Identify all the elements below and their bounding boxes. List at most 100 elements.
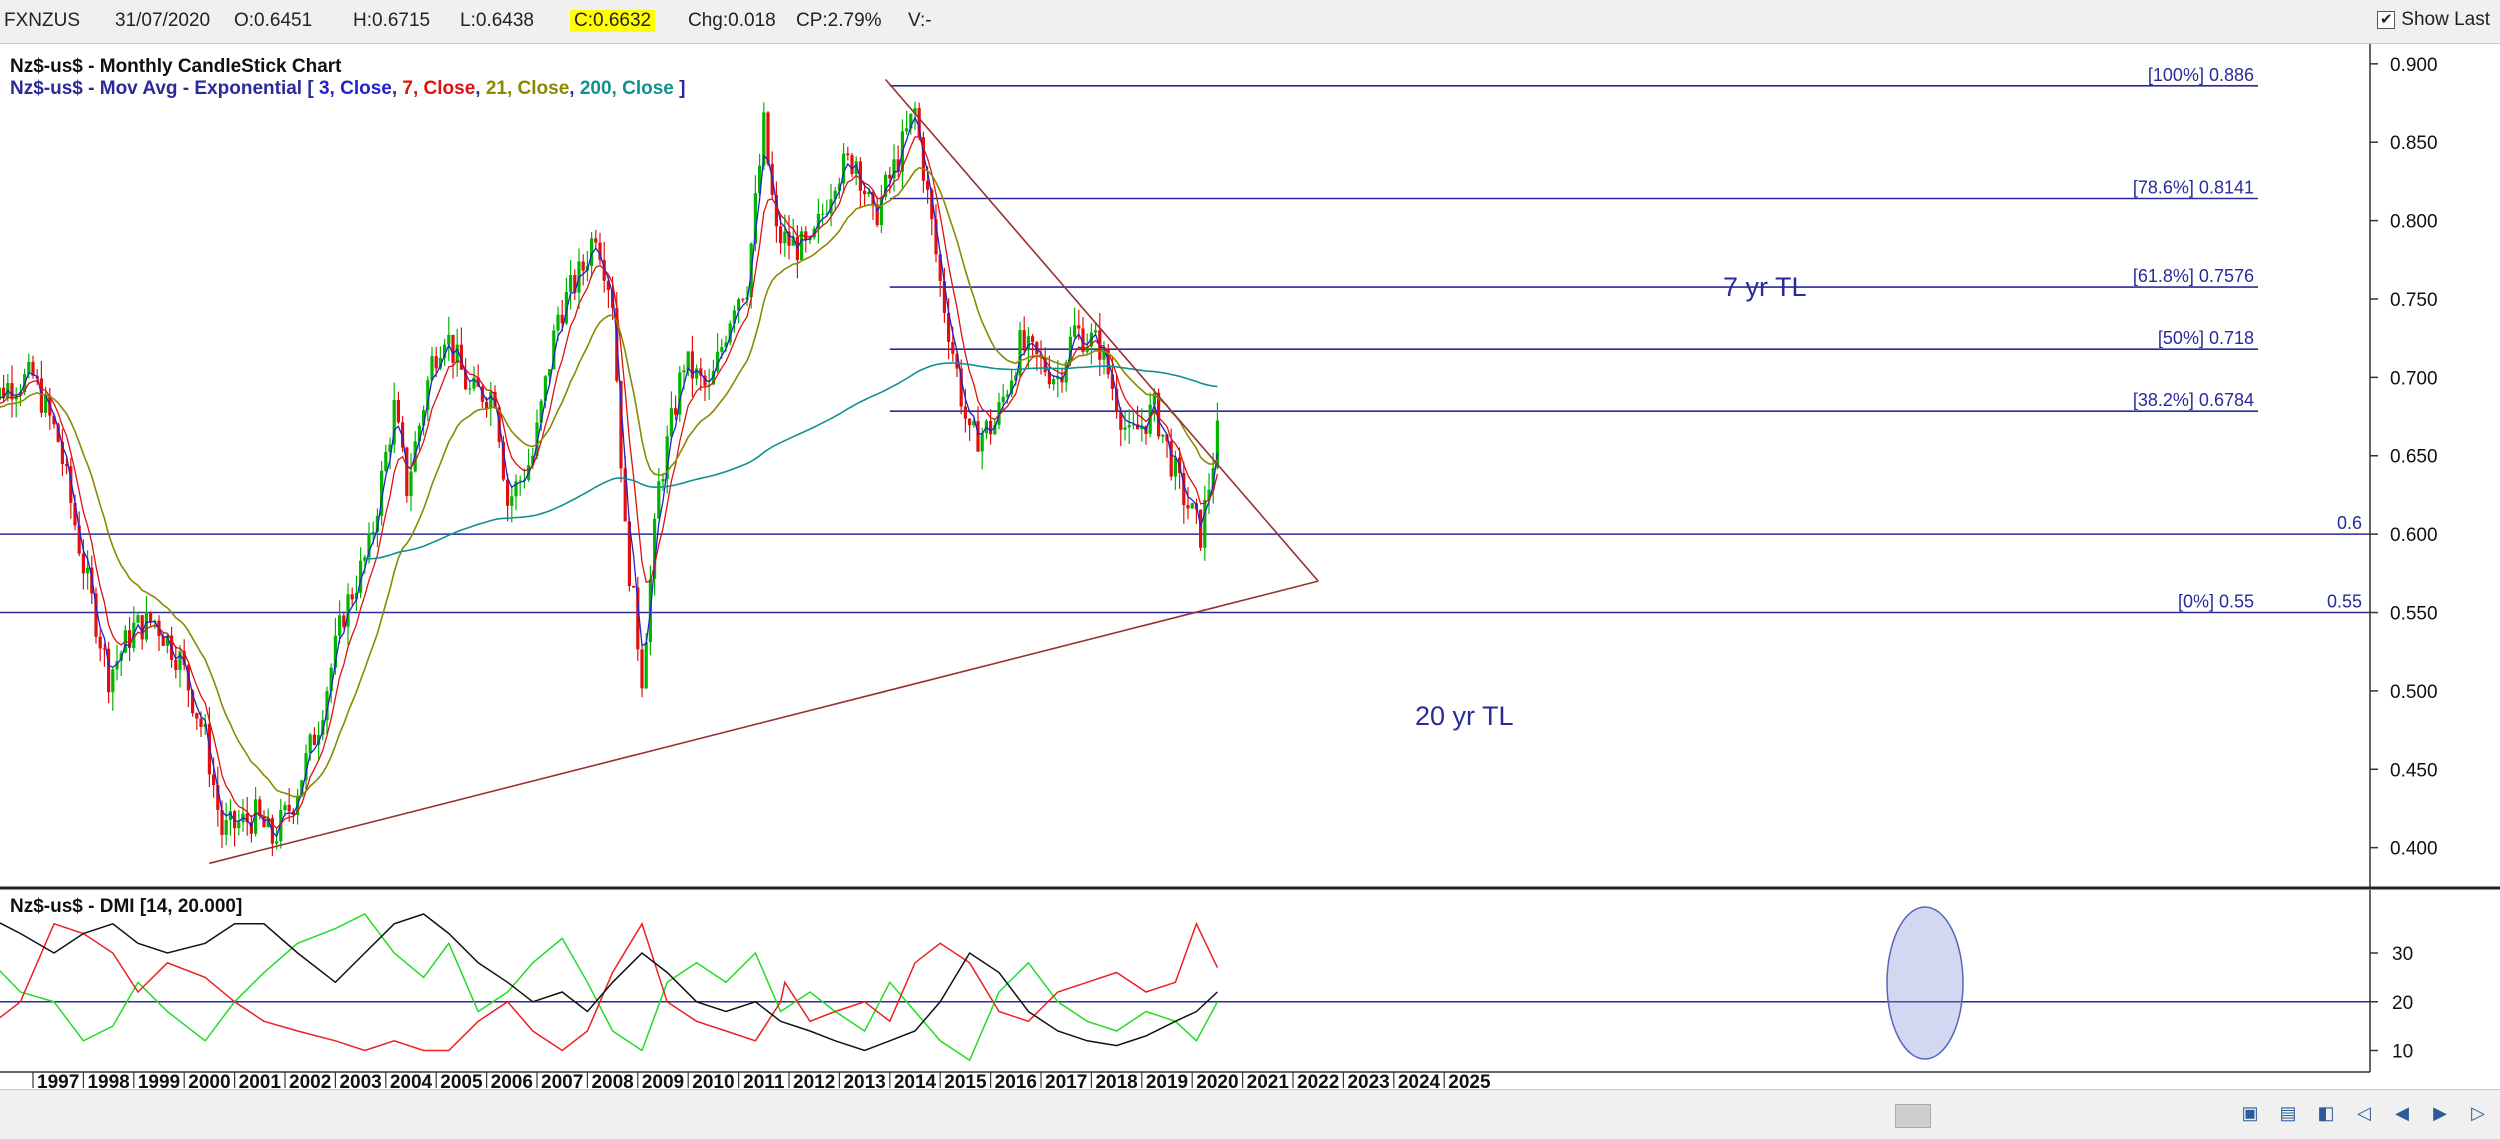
high-value: H:0.6715 bbox=[353, 10, 431, 31]
close-value: C:0.6632 bbox=[570, 10, 656, 32]
candle-body bbox=[287, 804, 291, 812]
print-chart-icon[interactable]: ▤ bbox=[2274, 1100, 2302, 1126]
candle-body bbox=[1001, 396, 1005, 403]
candle-body bbox=[669, 408, 673, 437]
time-tick-label: 2015 bbox=[944, 1072, 987, 1089]
candle-body bbox=[237, 822, 241, 829]
price-tick-label: 0.400 bbox=[2390, 839, 2438, 860]
candle-body bbox=[338, 615, 342, 636]
dmi-tick-label: 30 bbox=[2392, 944, 2413, 965]
time-tick-label: 2024 bbox=[1398, 1072, 1441, 1089]
candle-body bbox=[556, 314, 560, 331]
candle-body bbox=[569, 275, 573, 293]
quote-bar: FXNZUS 31/07/2020 O:0.6451 H:0.6715 L:0.… bbox=[0, 0, 2500, 44]
trendline-label: 7 yr TL bbox=[1723, 272, 1807, 302]
dmi-value-axis: 10 20 30 bbox=[0, 944, 2413, 1063]
candle-body bbox=[1052, 379, 1056, 385]
candle-body bbox=[430, 356, 434, 381]
save-chart-icon[interactable]: ▣ bbox=[2236, 1100, 2264, 1126]
candle-body bbox=[506, 479, 510, 506]
dmi-series bbox=[0, 913, 1219, 1062]
candle-body bbox=[224, 820, 228, 835]
candle-body bbox=[220, 809, 224, 835]
time-tick-label: 2006 bbox=[491, 1072, 533, 1089]
candle-body bbox=[81, 553, 85, 574]
show-last-checkbox[interactable]: ✔ bbox=[2377, 11, 2396, 29]
price-tick-label: 0.550 bbox=[2390, 604, 2438, 625]
chart-area[interactable]: 0.400 0.450 0.500 0.550 0.600 0.650 0.700 0.750… bbox=[0, 44, 2500, 1089]
candle-body bbox=[863, 190, 867, 195]
time-tick-label: 2022 bbox=[1297, 1072, 1339, 1089]
candle-body bbox=[451, 334, 455, 363]
scroll-first-icon[interactable]: ◁ bbox=[2350, 1100, 2378, 1126]
candle-body bbox=[980, 433, 984, 452]
ma-legend-item-21: 21, Close bbox=[486, 78, 569, 99]
quote-date: 31/07/2020 bbox=[115, 10, 211, 31]
candle-body bbox=[632, 586, 636, 588]
time-tick-label: 1998 bbox=[87, 1072, 129, 1089]
scroll-left-icon[interactable]: ◀ bbox=[2388, 1100, 2416, 1126]
time-tick-label: 2007 bbox=[541, 1072, 583, 1089]
candle-body bbox=[195, 713, 199, 719]
time-tick-label: 2023 bbox=[1347, 1072, 1389, 1089]
candle-body bbox=[951, 341, 955, 354]
candle-body bbox=[1094, 330, 1098, 333]
candle-body bbox=[976, 421, 980, 452]
fibonacci-level-label: [61.8%] 0.7576 bbox=[2133, 266, 2254, 286]
scrollbar-thumb[interactable] bbox=[1895, 1104, 1931, 1128]
ma-legend-item-7: 7, Close bbox=[402, 78, 475, 99]
candle-body bbox=[682, 370, 686, 373]
candle-body bbox=[1186, 505, 1190, 509]
price-tick-label: 0.650 bbox=[2390, 447, 2438, 468]
candle-body bbox=[136, 615, 140, 623]
candle-body bbox=[640, 649, 644, 689]
zoom-icon[interactable]: ◧ bbox=[2312, 1100, 2340, 1126]
price-tick-label: 0.900 bbox=[2390, 55, 2438, 76]
candle-body bbox=[1127, 425, 1131, 428]
candle-body bbox=[1173, 457, 1177, 477]
candle-body bbox=[39, 378, 43, 413]
time-tick-label: 2003 bbox=[339, 1072, 381, 1089]
time-tick-label: 2021 bbox=[1247, 1072, 1290, 1089]
candle-body bbox=[766, 112, 770, 164]
price-tick-label: 0.700 bbox=[2390, 368, 2438, 389]
candle-body bbox=[489, 391, 493, 409]
price-tick-label: 0.500 bbox=[2390, 682, 2438, 703]
candle-body bbox=[86, 567, 90, 574]
open-value: O:0.6451 bbox=[234, 10, 313, 31]
candle-body bbox=[283, 804, 287, 811]
candle-body bbox=[384, 451, 388, 471]
fibonacci-level-label: [78.6%] 0.8141 bbox=[2133, 177, 2254, 197]
candle-body bbox=[308, 734, 312, 754]
candle-body bbox=[989, 420, 993, 435]
candle-body bbox=[371, 531, 375, 534]
price-tick-label: 0.750 bbox=[2390, 290, 2438, 311]
time-tick-label: 2011 bbox=[743, 1072, 785, 1089]
price-tick-label: 0.800 bbox=[2390, 212, 2438, 233]
candle-body bbox=[690, 351, 694, 379]
ma-legend-sep: , bbox=[569, 78, 580, 99]
time-tick-label: 2005 bbox=[440, 1072, 483, 1089]
time-tick-label: 2020 bbox=[1196, 1072, 1238, 1089]
time-tick-label: 1999 bbox=[138, 1072, 180, 1089]
scroll-right-icon[interactable]: ▶ bbox=[2426, 1100, 2454, 1126]
chart-nav-buttons: ▣ ▤ ◧ ◁ ◀ ▶ ▷ bbox=[2236, 1100, 2492, 1126]
candle-body bbox=[485, 401, 489, 409]
time-tick-label: 2010 bbox=[692, 1072, 734, 1089]
candle-body bbox=[178, 651, 182, 670]
candle-body bbox=[741, 299, 745, 301]
dmi-tick-label: 20 bbox=[2392, 993, 2413, 1014]
dmi-tick-label: 10 bbox=[2392, 1042, 2413, 1063]
candle-body bbox=[888, 174, 892, 179]
candle-body bbox=[1022, 330, 1026, 351]
time-tick-label: 2016 bbox=[995, 1072, 1037, 1089]
horizontal-scrollbar[interactable]: ▣ ▤ ◧ ◁ ◀ ▶ ▷ bbox=[0, 1089, 2500, 1139]
fibonacci-level-label: [38.2%] 0.6784 bbox=[2133, 390, 2254, 410]
candle-body bbox=[174, 659, 178, 670]
candle-body bbox=[695, 368, 699, 379]
candle-body bbox=[594, 238, 598, 243]
scroll-last-icon[interactable]: ▷ bbox=[2464, 1100, 2492, 1126]
candle-body bbox=[312, 734, 316, 745]
candle-body bbox=[396, 399, 400, 423]
show-last-toggle[interactable]: ✔ Show Last bbox=[2377, 9, 2490, 31]
